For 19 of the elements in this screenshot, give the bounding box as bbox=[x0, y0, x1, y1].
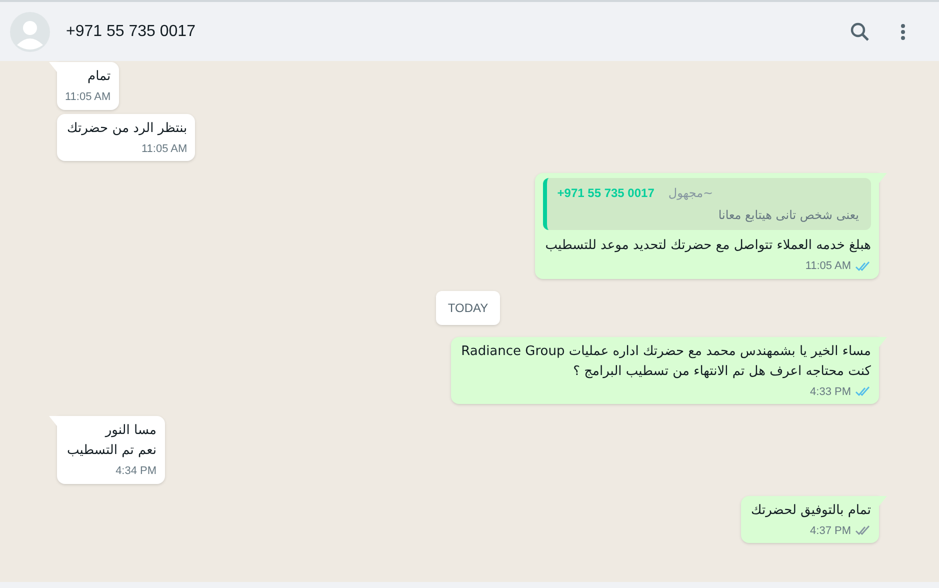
message-text: تمام بالتوفيق لحضرتك bbox=[750, 502, 871, 520]
message-time: 11:05 AM bbox=[141, 142, 188, 156]
quoted-text: يعنى شخص تانى هيتابع معانا bbox=[718, 207, 860, 224]
message-text: هبلغ خدمه العملاء تتواصل مع حضرتك لتحديد موعد للتسطيب bbox=[544, 237, 871, 255]
message-text: تمام bbox=[86, 68, 111, 86]
message-time: 4:34 PM bbox=[116, 464, 157, 479]
message-text: مساء الخير يا بشمهندس محمد مع حضرتك اداره عمليات Radiance Group كنت محتاجه اعرف هل تم الانتهاء من تسطيب البرامج ؟ bbox=[460, 342, 871, 380]
message-text: مسا النور نعم تم التسطيب bbox=[66, 422, 157, 460]
message-time: 4:37 PM bbox=[810, 524, 851, 538]
contact-name[interactable]: +971 55 735 0017 bbox=[66, 20, 196, 44]
message-time: 11:05 AM bbox=[805, 259, 851, 274]
message-time: 11:05 AM bbox=[65, 90, 111, 105]
quoted-phone: +971 55 735 0017 bbox=[557, 185, 654, 202]
search-icon[interactable] bbox=[850, 22, 870, 42]
date-chip: TODAY bbox=[436, 290, 500, 324]
menu-icon[interactable] bbox=[900, 22, 906, 40]
message-time: 4:33 PM bbox=[810, 384, 851, 400]
quoted-author: ~مجهول bbox=[668, 185, 714, 202]
message-text: بنتظر الرد من حضرتك bbox=[66, 120, 188, 138]
